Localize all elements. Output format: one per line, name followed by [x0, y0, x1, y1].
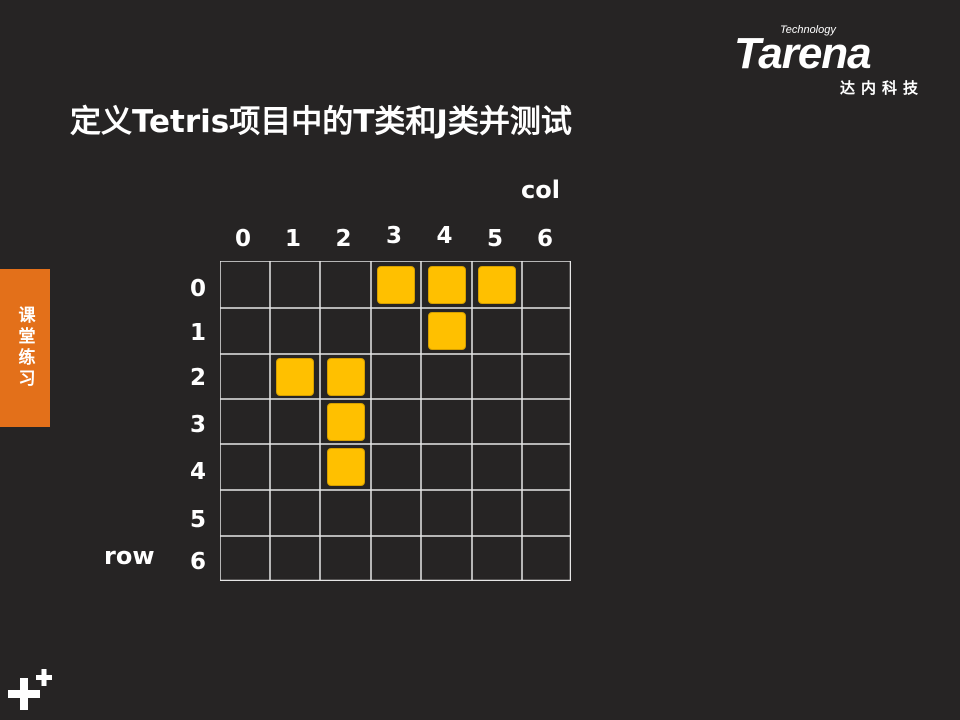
row-label: 2 [189, 365, 206, 391]
row-label: 0 [189, 276, 206, 302]
block-t-cell [377, 265, 415, 304]
plus-plus-icon [8, 669, 52, 710]
block-j-cell [276, 357, 314, 396]
row-label: 3 [189, 412, 206, 438]
block-t-cell [427, 312, 466, 350]
col-label: 4 [436, 223, 453, 249]
block-j-cell [326, 448, 365, 486]
col-label: 3 [385, 223, 402, 249]
grid-lines [220, 261, 571, 581]
col-axis-label: col [521, 176, 560, 204]
block-j-cell [326, 402, 365, 441]
row-label: 4 [189, 459, 206, 485]
block-t-cell [478, 265, 516, 304]
block-t-cell [427, 265, 466, 304]
logo-chinese-name: 达内科技 [839, 79, 924, 97]
side-tab-label: 课堂练习 [14, 306, 35, 390]
tarena-logo: Technology Tarena 达内科技 [734, 24, 930, 97]
col-label: 2 [335, 226, 352, 252]
col-label: 5 [486, 226, 503, 252]
row-label: 5 [189, 507, 206, 533]
row-axis-label: row [104, 542, 155, 570]
col-label: 1 [284, 226, 301, 252]
tetris-grid [220, 261, 571, 581]
slide-title: 定义Tetris项目中的T类和J类并测试 [70, 104, 572, 140]
block-j-cell [326, 357, 365, 396]
logo-wordmark: Tarena [734, 29, 872, 78]
col-label: 0 [234, 226, 251, 252]
side-tab: 课堂练习 [0, 269, 50, 427]
row-label: 6 [189, 549, 206, 575]
row-label: 1 [189, 320, 206, 346]
col-label: 6 [536, 226, 553, 252]
